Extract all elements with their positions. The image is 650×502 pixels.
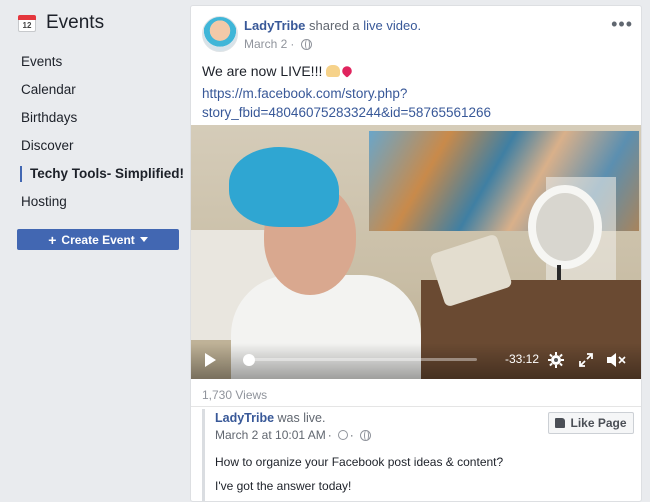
shared-author-name[interactable]: LadyTribe bbox=[215, 411, 274, 425]
shared-header: LadyTribe was live. bbox=[215, 411, 325, 425]
sidebar-title[interactable]: Events bbox=[46, 12, 104, 34]
sidebar-item-events[interactable]: Events bbox=[0, 48, 190, 76]
plus-icon: + bbox=[48, 231, 57, 248]
post-card: LadyTribe shared a live video. March 2 ·… bbox=[190, 5, 642, 502]
shared-status: was live. bbox=[277, 411, 326, 425]
url-line-2: story_fbid=480460752833244&id=5876556126… bbox=[202, 105, 492, 120]
volume-muted-icon[interactable] bbox=[606, 352, 626, 368]
sidebar-item-hosting[interactable]: Hosting bbox=[0, 188, 190, 216]
video-controls: -33:12 bbox=[191, 343, 641, 379]
sidebar-item-birthdays[interactable]: Birthdays bbox=[0, 104, 190, 132]
video-time-remaining: -33:12 bbox=[505, 352, 540, 366]
calendar-icon: 12 bbox=[18, 14, 36, 32]
caret-down-icon bbox=[139, 237, 148, 242]
post-header: LadyTribe shared a live video. bbox=[244, 18, 421, 33]
play-icon[interactable] bbox=[205, 353, 216, 367]
video-ring-light bbox=[528, 185, 602, 269]
shared-date[interactable]: March 2 at 10:01 AM bbox=[215, 428, 326, 442]
sidebar-item-techy-tools[interactable]: Techy Tools- Simplified! bbox=[0, 160, 190, 188]
create-event-label: Create Event bbox=[61, 232, 135, 247]
events-sidebar: 12 Events Events Calendar Birthdays Disc… bbox=[0, 0, 190, 493]
sidebar-nav: Events Calendar Birthdays Discover Techy… bbox=[0, 48, 190, 216]
raised-hands-icon bbox=[326, 65, 341, 77]
more-options-icon[interactable]: ••• bbox=[611, 14, 633, 35]
video-player[interactable]: -33:12 bbox=[191, 125, 641, 379]
like-page-label: Like Page bbox=[570, 416, 627, 430]
sidebar-header: 12 Events bbox=[18, 12, 104, 34]
heart-icon bbox=[340, 64, 355, 78]
create-event-button[interactable]: + Create Event bbox=[17, 229, 179, 250]
post-message: We are now LIVE!!! bbox=[202, 63, 323, 79]
live-video-link[interactable]: live video. bbox=[363, 18, 421, 33]
shared-meta: March 2 at 10:01 AM · · bbox=[215, 428, 371, 442]
globe-icon bbox=[359, 429, 371, 441]
like-page-button[interactable]: Like Page bbox=[548, 412, 634, 434]
divider bbox=[191, 406, 641, 407]
sidebar-item-calendar[interactable]: Calendar bbox=[0, 76, 190, 104]
author-name[interactable]: LadyTribe bbox=[244, 18, 305, 33]
thumbs-up-icon bbox=[555, 418, 566, 428]
calendar-day: 12 bbox=[18, 20, 36, 32]
shared-text-line-2: I've got the answer today! bbox=[215, 479, 352, 493]
shared-post: LadyTribe was live. March 2 at 10:01 AM … bbox=[202, 409, 635, 501]
view-count: 1,730 Views bbox=[202, 388, 268, 402]
action-text: shared a bbox=[309, 18, 360, 33]
globe-icon bbox=[301, 38, 313, 50]
post-text: We are now LIVE!!! bbox=[202, 63, 355, 79]
post-date[interactable]: March 2 bbox=[244, 37, 287, 51]
settings-gear-icon[interactable] bbox=[548, 352, 564, 368]
shared-text-line-1: How to organize your Facebook post ideas… bbox=[215, 455, 504, 469]
post-url-link[interactable]: https://m.facebook.com/story.php? story_… bbox=[202, 84, 622, 122]
author-avatar[interactable] bbox=[202, 16, 238, 52]
sidebar-item-discover[interactable]: Discover bbox=[0, 132, 190, 160]
video-scrubber-handle[interactable] bbox=[243, 354, 255, 366]
url-line-1: https://m.facebook.com/story.php? bbox=[202, 86, 408, 101]
video-progress-track[interactable] bbox=[249, 358, 477, 361]
clock-icon bbox=[337, 430, 348, 440]
post-meta: March 2 · bbox=[244, 37, 313, 51]
fullscreen-icon[interactable] bbox=[579, 353, 593, 367]
